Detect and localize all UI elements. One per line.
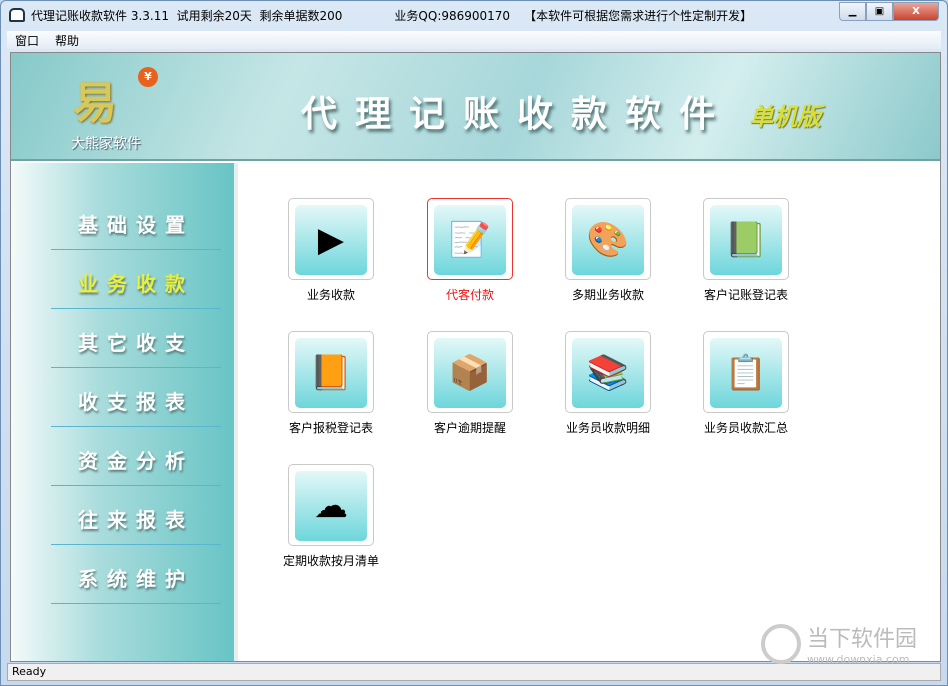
logo: 易: [73, 78, 117, 129]
tile-frame[interactable]: 📚: [565, 331, 651, 413]
tile-frame[interactable]: ▶: [288, 198, 374, 280]
tile-frame[interactable]: 📋: [703, 331, 789, 413]
edition-label: 单机版: [749, 103, 821, 131]
sidebar-item[interactable]: 其它收支: [51, 309, 221, 368]
menu-window[interactable]: 窗口: [7, 32, 47, 49]
function-tile[interactable]: 📋 业务员收款汇总: [681, 331, 811, 436]
function-tile[interactable]: ▶ 业务收款: [266, 198, 396, 303]
sidebar: 基础设置 业务收款 其它收支 收支报表 资金分析 往来报表 系统维护: [11, 163, 238, 661]
function-tile[interactable]: ☁ 定期收款按月清单: [266, 464, 396, 569]
tile-icon: 📙: [295, 338, 367, 408]
client-area: 易 ¥ 大熊家软件 代理记账收款软件 单机版 基础设置 业务收款 其它收支 收支报表资…: [10, 52, 941, 662]
tile-frame[interactable]: 📦: [427, 331, 513, 413]
minimize-button[interactable]: ▁: [839, 2, 866, 21]
watermark-url: www.downxia.com: [807, 653, 910, 666]
tile-label[interactable]: 定期收款按月清单: [266, 552, 396, 569]
tile-icon: ☁: [295, 471, 367, 541]
sidebar-item[interactable]: 收支报表: [51, 368, 221, 427]
sidebar-item[interactable]: 往来报表: [51, 486, 221, 545]
tile-icon: 📗: [710, 205, 782, 275]
tile-label[interactable]: 代客付款: [405, 286, 535, 303]
tile-frame[interactable]: 📝: [427, 198, 513, 280]
sidebar-item[interactable]: 资金分析: [51, 427, 221, 486]
tile-icon: 📚: [572, 338, 644, 408]
banner-title: 代理记账收款软件: [301, 94, 734, 135]
tile-label[interactable]: 客户逾期提醒: [405, 419, 535, 436]
custom-notice: 【本软件可根据您需求进行个性定制开发】: [524, 8, 753, 23]
window-title: 代理记账收款软件 3.3.11 试用剩余20天 剩余单据数200: [31, 8, 343, 23]
tile-label[interactable]: 业务员收款明细: [543, 419, 673, 436]
qq-info: 业务QQ:986900170: [394, 8, 511, 23]
tile-label[interactable]: 业务员收款汇总: [681, 419, 811, 436]
tile-label[interactable]: 客户报税登记表: [266, 419, 396, 436]
maximize-button[interactable]: ▣: [866, 2, 893, 21]
tile-label[interactable]: 客户记账登记表: [681, 286, 811, 303]
tile-label[interactable]: 业务收款: [266, 286, 396, 303]
tile-frame[interactable]: 📙: [288, 331, 374, 413]
app-window: 代理记账收款软件 3.3.11 试用剩余20天 剩余单据数200 业务QQ:98…: [0, 0, 948, 686]
function-tile[interactable]: 🎨 多期业务收款: [543, 198, 673, 303]
tile-frame[interactable]: 🎨: [565, 198, 651, 280]
banner: 易 ¥ 大熊家软件 代理记账收款软件 单机版: [11, 53, 940, 161]
function-tile[interactable]: 📦 客户逾期提醒: [405, 331, 535, 436]
watermark-logo-icon: [761, 623, 801, 664]
function-tile[interactable]: 📝 代客付款: [405, 198, 535, 303]
tile-frame[interactable]: 📗: [703, 198, 789, 280]
sidebar-item[interactable]: 业务收款: [51, 250, 221, 309]
tile-icon: 📝: [434, 205, 506, 275]
brand-name: 大熊家软件: [71, 136, 141, 152]
menu-help[interactable]: 帮助: [47, 32, 87, 49]
watermark: 当下软件园 www.downxia.com: [761, 621, 917, 666]
tile-icon: 🎨: [572, 205, 644, 275]
menu-bar: 窗口 帮助: [7, 31, 941, 49]
tile-frame[interactable]: ☁: [288, 464, 374, 546]
tile-label[interactable]: 多期业务收款: [543, 286, 673, 303]
close-button[interactable]: X: [893, 2, 939, 21]
tile-icon: 📋: [710, 338, 782, 408]
watermark-name: 当下软件园: [807, 627, 918, 652]
tile-icon: 📦: [434, 338, 506, 408]
app-icon: [9, 8, 25, 22]
function-tile[interactable]: 📙 客户报税登记表: [266, 331, 396, 436]
function-tile[interactable]: 📗 客户记账登记表: [681, 198, 811, 303]
yen-icon: ¥: [138, 67, 158, 87]
tile-icon: ▶: [295, 205, 367, 275]
sidebar-item[interactable]: 系统维护: [51, 545, 221, 604]
sidebar-item[interactable]: 基础设置: [51, 191, 221, 250]
title-bar: 代理记账收款软件 3.3.11 试用剩余20天 剩余单据数200 业务QQ:98…: [1, 1, 947, 29]
function-tile[interactable]: 📚 业务员收款明细: [543, 331, 673, 436]
